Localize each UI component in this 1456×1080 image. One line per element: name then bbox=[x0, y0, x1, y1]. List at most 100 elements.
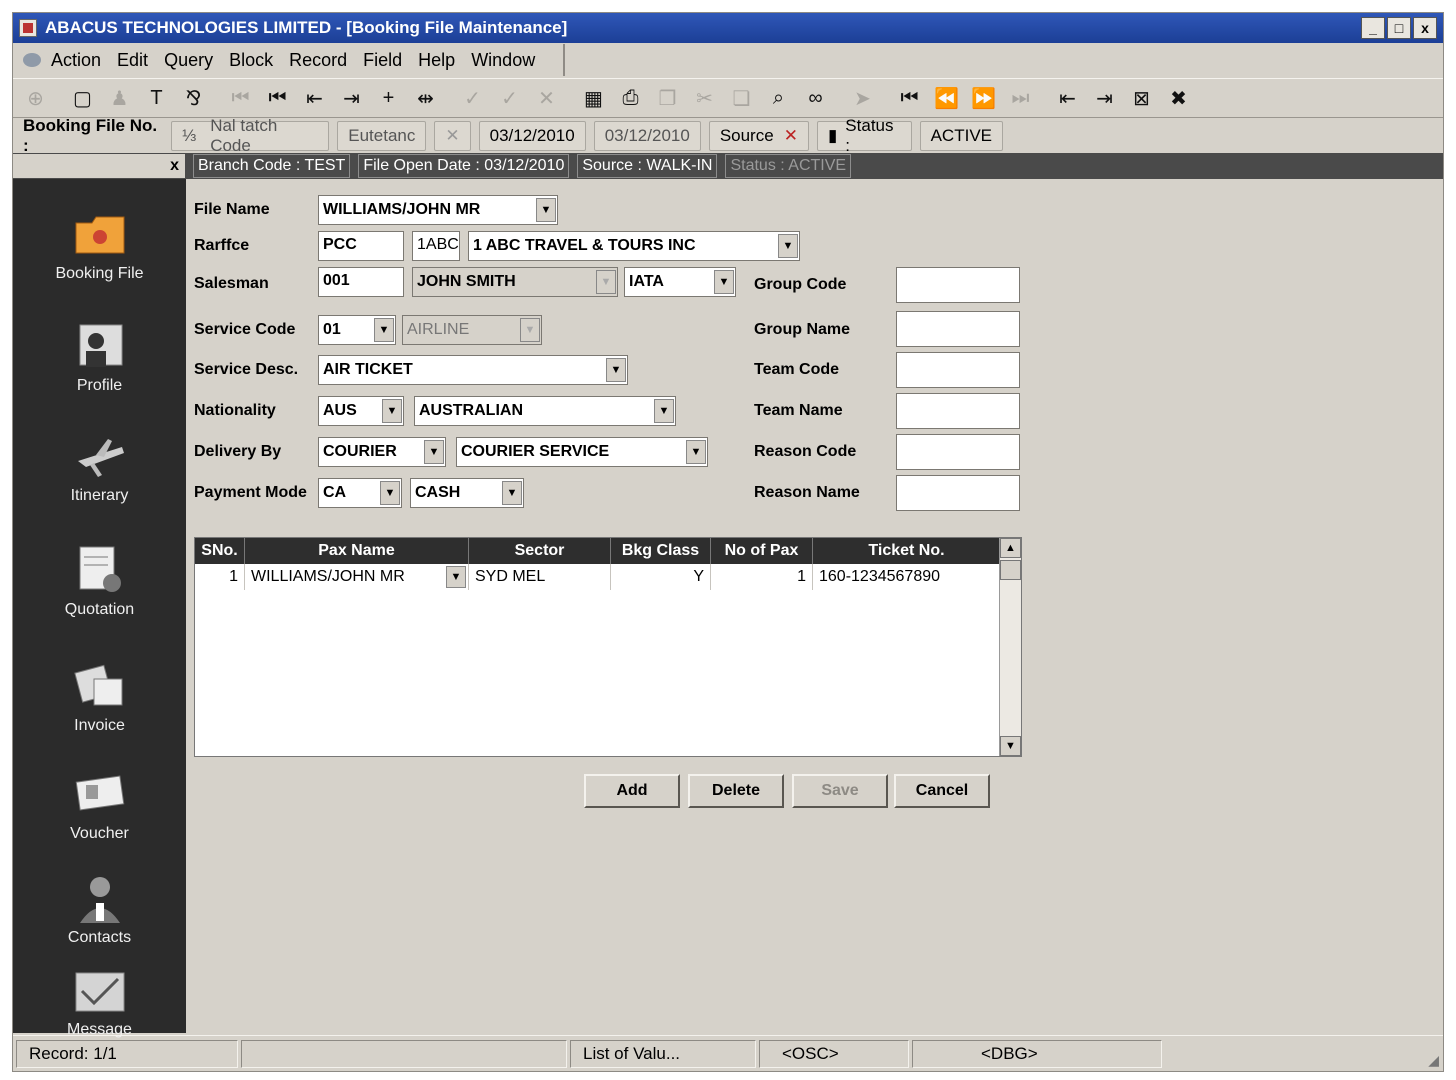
salesman-type-combo[interactable]: IATA ▼ bbox=[624, 267, 736, 297]
sidebar-item-booking-file[interactable]: Booking File bbox=[13, 209, 186, 283]
cell-sector[interactable]: SYD MEL bbox=[469, 564, 611, 590]
menu-edit[interactable]: Edit bbox=[117, 50, 148, 71]
delete-x-icon[interactable]: ✕ bbox=[784, 126, 798, 146]
forward-icon[interactable]: ⏩ bbox=[967, 82, 1000, 115]
file-name-combo[interactable]: WILLIAMS/JOHN MR ▼ bbox=[318, 195, 558, 225]
chevron-down-icon[interactable]: ▼ bbox=[606, 358, 626, 382]
menu-field[interactable]: Field bbox=[363, 50, 402, 71]
sidebar-item-itinerary[interactable]: Itinerary bbox=[13, 431, 186, 505]
scroll-up-icon[interactable]: ▲ bbox=[1000, 538, 1021, 558]
cell-pax-name[interactable]: WILLIAMS/JOHN MR ▼ bbox=[245, 564, 469, 590]
menu-help[interactable]: Help bbox=[418, 50, 455, 71]
bell-icon[interactable]: ♟ bbox=[103, 82, 136, 115]
tool-icon[interactable]: T bbox=[140, 82, 173, 115]
team-code-field[interactable] bbox=[896, 352, 1020, 388]
first-disabled-icon[interactable]: ⏮ bbox=[224, 82, 257, 115]
prev-block-icon[interactable]: ⇤ bbox=[298, 82, 331, 115]
payment-code-combo[interactable]: CA ▼ bbox=[318, 478, 402, 508]
pcc-field[interactable]: PCC bbox=[318, 231, 404, 261]
chevron-down-icon[interactable]: ▼ bbox=[374, 318, 394, 342]
scroll-down-icon[interactable]: ⇥ bbox=[1088, 82, 1121, 115]
cell-class[interactable]: Y bbox=[611, 564, 711, 590]
group-code-field[interactable] bbox=[896, 267, 1020, 303]
cell-ticket[interactable]: 160-1234567890 bbox=[813, 564, 1001, 590]
next-block-icon[interactable]: ⇥ bbox=[335, 82, 368, 115]
sidebar-item-quotation[interactable]: Quotation bbox=[13, 545, 186, 619]
delivery-code-combo[interactable]: COURIER ▼ bbox=[318, 437, 446, 467]
resize-grip-icon[interactable]: ◢ bbox=[1428, 1052, 1439, 1069]
globe-icon[interactable]: ⊕ bbox=[19, 82, 52, 115]
sidebar-item-invoice[interactable]: Invoice bbox=[13, 661, 186, 735]
arrow-icon[interactable]: ➤ bbox=[846, 82, 879, 115]
chevron-down-icon[interactable]: ▼ bbox=[380, 481, 400, 505]
sidebar-item-profile[interactable]: Profile bbox=[13, 321, 186, 395]
scroll-thumb[interactable] bbox=[1000, 560, 1021, 580]
menu-window[interactable]: Window bbox=[471, 50, 535, 71]
column-header[interactable]: Sector bbox=[469, 538, 611, 564]
scroll-down-icon[interactable]: ▼ bbox=[1000, 736, 1021, 756]
tree-icon[interactable]: ⅋ bbox=[177, 82, 210, 115]
column-header[interactable]: Pax Name bbox=[245, 538, 469, 564]
delivery-name-combo[interactable]: COURIER SERVICE ▼ bbox=[456, 437, 708, 467]
copy-icon[interactable]: ❐ bbox=[651, 82, 684, 115]
glasses-icon[interactable]: ∞ bbox=[799, 82, 832, 115]
cancel-button[interactable]: Cancel bbox=[894, 774, 990, 808]
sidebar-item-contacts[interactable]: Contacts bbox=[13, 873, 186, 947]
search-icon[interactable]: ⌕ bbox=[762, 82, 795, 115]
service-desc-combo[interactable]: AIR TICKET ▼ bbox=[318, 355, 628, 385]
cell-pax-count[interactable]: 1 bbox=[711, 564, 813, 590]
add-button[interactable]: Add bbox=[584, 774, 680, 808]
menu-query[interactable]: Query bbox=[164, 50, 213, 71]
column-header[interactable]: No of Pax bbox=[711, 538, 813, 564]
chevron-down-icon[interactable]: ▼ bbox=[778, 234, 798, 258]
exit-icon[interactable]: ⊠ bbox=[1125, 82, 1158, 115]
chevron-down-icon[interactable]: ▼ bbox=[424, 440, 444, 464]
rewind-icon[interactable]: ⏪ bbox=[930, 82, 963, 115]
chevron-down-icon[interactable]: ▼ bbox=[654, 399, 674, 423]
chevron-down-icon[interactable]: ▼ bbox=[714, 270, 734, 294]
reason-code-field[interactable] bbox=[896, 434, 1020, 470]
paste-icon[interactable]: ❏ bbox=[725, 82, 758, 115]
delete-icon[interactable]: ✕ bbox=[530, 82, 563, 115]
close-button[interactable]: x bbox=[1413, 17, 1437, 39]
team-name-field[interactable] bbox=[896, 393, 1020, 429]
calculator-icon[interactable]: ▦ bbox=[577, 82, 610, 115]
maximize-button[interactable]: □ bbox=[1387, 17, 1411, 39]
first-nav-icon[interactable]: ⏮ bbox=[893, 82, 926, 115]
chevron-down-icon[interactable]: ▼ bbox=[446, 566, 466, 588]
first-record-icon[interactable]: ⏮ bbox=[261, 82, 294, 115]
chevron-down-icon[interactable]: ▼ bbox=[502, 481, 522, 505]
column-header[interactable]: Bkg Class bbox=[611, 538, 711, 564]
delete-button[interactable]: Delete bbox=[688, 774, 784, 808]
salesman-name-combo[interactable]: JOHN SMITH ▼ bbox=[412, 267, 618, 297]
vertical-scrollbar[interactable]: ▲ ▼ bbox=[999, 538, 1021, 756]
branch-code-field[interactable]: ⅓ Nal tatch Code bbox=[171, 116, 330, 155]
reason-name-field[interactable] bbox=[896, 475, 1020, 511]
table-row[interactable]: 1 WILLIAMS/JOHN MR ▼ SYD MEL Y 1 160-123… bbox=[195, 564, 1001, 590]
column-header[interactable]: SNo. bbox=[195, 538, 245, 564]
nationality-code-combo[interactable]: AUS ▼ bbox=[318, 396, 404, 426]
menu-block[interactable]: Block bbox=[229, 50, 273, 71]
agency-combo[interactable]: 1 ABC TRAVEL & TOURS INC ▼ bbox=[468, 231, 800, 261]
scroll-up-icon[interactable]: ⇤ bbox=[1051, 82, 1084, 115]
chevron-down-icon[interactable]: ▼ bbox=[536, 198, 556, 222]
sidebar-item-message[interactable]: Message bbox=[13, 971, 186, 1039]
print-icon[interactable]: ⎙ bbox=[614, 82, 647, 115]
info-close-button[interactable]: x bbox=[13, 154, 185, 178]
sidebar-item-voucher[interactable]: Voucher bbox=[13, 769, 186, 843]
minimize-button[interactable]: _ bbox=[1361, 17, 1385, 39]
new-doc-icon[interactable]: ▢ bbox=[66, 82, 99, 115]
chevron-down-icon[interactable]: ▼ bbox=[686, 440, 706, 464]
pcc-code-field[interactable]: 1ABC bbox=[412, 231, 460, 261]
duplicate-record-icon[interactable]: ⇹ bbox=[409, 82, 442, 115]
last-nav-icon[interactable]: ⏭ bbox=[1004, 82, 1037, 115]
menu-action[interactable]: Action bbox=[51, 50, 101, 71]
insert-record-icon[interactable]: + bbox=[372, 82, 405, 115]
column-header[interactable]: Ticket No. bbox=[813, 538, 1001, 564]
service-code-combo[interactable]: 01 ▼ bbox=[318, 315, 396, 345]
chevron-down-icon[interactable]: ▼ bbox=[382, 399, 402, 423]
cut-icon[interactable]: ✂ bbox=[688, 82, 721, 115]
check-icon[interactable]: ✓ bbox=[493, 82, 526, 115]
check-disabled-icon[interactable]: ✓ bbox=[456, 82, 489, 115]
clear-icon[interactable]: ✕ bbox=[434, 121, 471, 151]
